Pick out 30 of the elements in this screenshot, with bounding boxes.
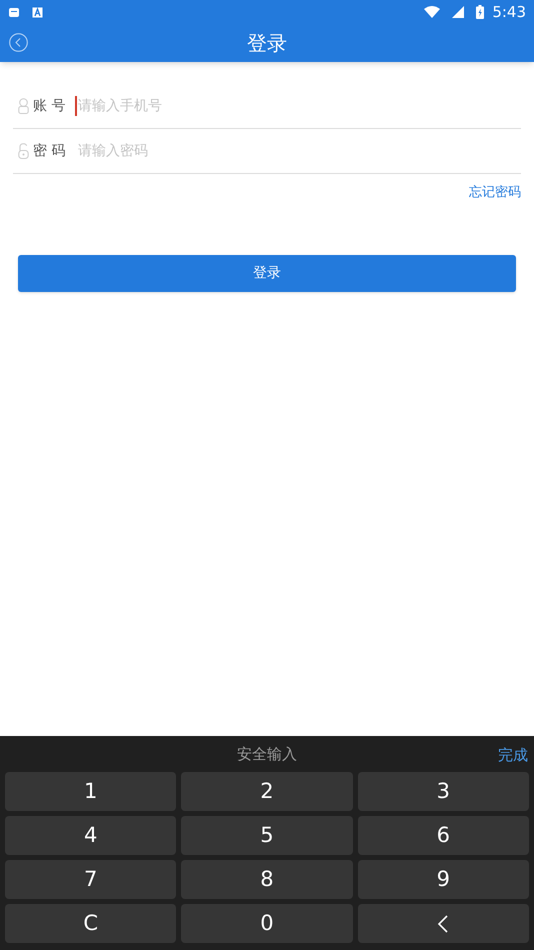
- keypad-key[interactable]: 8: [181, 860, 353, 899]
- forgot-password-link[interactable]: 忘记密码: [469, 183, 521, 202]
- page-title: 登录: [247, 30, 287, 57]
- lock-icon: [18, 143, 29, 159]
- keypad-key[interactable]: 9: [358, 860, 529, 899]
- phone-field[interactable]: 请输入手机号: [78, 91, 516, 121]
- signal-icon: [452, 6, 464, 18]
- keypad-key[interactable]: 2: [181, 772, 353, 811]
- keypad-key[interactable]: C: [5, 904, 176, 943]
- keypad-key[interactable]: 7: [5, 860, 176, 899]
- backspace-icon: [437, 914, 450, 932]
- keypad-key[interactable]: 4: [5, 816, 176, 855]
- keypad-key[interactable]: 1: [5, 772, 176, 811]
- keypad-key[interactable]: 3: [358, 772, 529, 811]
- back-icon[interactable]: [9, 33, 28, 52]
- done-button[interactable]: 完成: [498, 744, 528, 766]
- notification-icon: [32, 6, 43, 18]
- status-time: 5:43: [492, 2, 526, 23]
- wifi-icon: [424, 6, 440, 18]
- field-label: 账 号: [33, 96, 66, 116]
- notification-icon: [8, 6, 20, 18]
- keyboard-title: 安全输入: [237, 744, 297, 765]
- battery-icon: [476, 5, 484, 19]
- field-label: 密 码: [33, 142, 66, 160]
- password-field[interactable]: 请输入密码: [78, 136, 516, 166]
- keypad-key[interactable]: 5: [181, 816, 353, 855]
- person-icon: [18, 98, 29, 114]
- login-button[interactable]: 登录: [18, 254, 516, 292]
- keypad-key[interactable]: 0: [181, 904, 353, 943]
- keypad-key[interactable]: 6: [358, 816, 529, 855]
